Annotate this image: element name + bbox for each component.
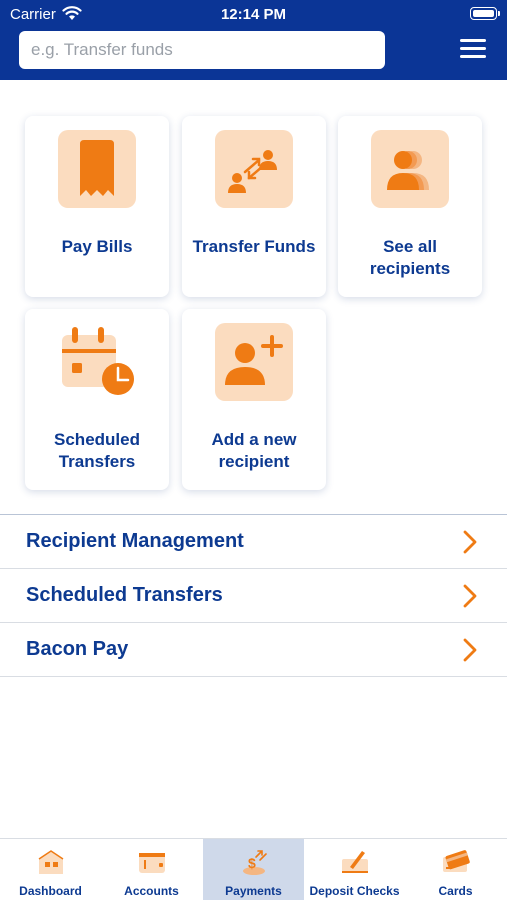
tile-pay-bills[interactable]: Pay Bills [25,116,169,297]
tab-cards[interactable]: Cards [405,839,506,900]
tab-payments[interactable]: $ Payments [203,839,304,900]
list-item-recipient-management[interactable]: Recipient Management [0,515,507,569]
list-item-bacon-pay[interactable]: Bacon Pay [0,623,507,677]
calendar-clock-icon [58,323,136,401]
tile-label: Scheduled Transfers [54,430,140,471]
wallet-icon [139,853,165,873]
tab-deposit-checks[interactable]: Deposit Checks [304,839,405,900]
chevron-right-icon [463,530,477,554]
tab-bar: Dashboard Accounts $ Payments Deposit Ch… [0,838,507,900]
tab-label: Accounts [124,884,179,898]
payments-icon: $ [243,850,267,875]
chevron-right-icon [463,584,477,608]
tile-add-recipient[interactable]: Add a new recipient [182,309,326,490]
tab-dashboard[interactable]: Dashboard [0,839,101,900]
recipients-group-icon [371,130,449,208]
search-input[interactable] [19,31,385,69]
tile-label: See all recipients [369,237,451,278]
app-header: Carrier 12:14 PM [0,0,507,80]
hamburger-menu-icon[interactable] [460,38,486,60]
tile-see-all-recipients[interactable]: See all recipients [338,116,482,297]
chevron-right-icon [463,638,477,662]
list-item-label: Scheduled Transfers [26,584,223,606]
tile-transfer-funds[interactable]: Transfer Funds [182,116,326,297]
svg-text:$: $ [248,855,256,871]
receipt-icon [58,130,136,208]
list-item-label: Bacon Pay [26,638,129,660]
transfer-people-icon [215,130,293,208]
tile-scheduled-transfers[interactable]: Scheduled Transfers [25,309,169,490]
tab-label: Payments [225,884,282,898]
tab-label: Dashboard [19,884,82,898]
tab-label: Deposit Checks [309,884,400,898]
cards-icon [443,850,470,872]
tile-label: Add a new recipient [211,430,297,471]
clock: 12:14 PM [220,6,287,23]
tile-label: Pay Bills [61,237,133,256]
tab-accounts[interactable]: Accounts [101,839,202,900]
tab-label: Cards [438,884,473,898]
check-deposit-icon [342,851,368,873]
battery-icon [470,7,500,20]
add-person-icon [215,323,293,401]
tile-label: Transfer Funds [192,237,316,256]
list-item-label: Recipient Management [26,530,244,552]
status-bar: Carrier 12:14 PM [0,0,507,28]
house-icon [38,850,64,874]
list-item-scheduled-transfers[interactable]: Scheduled Transfers [0,569,507,623]
